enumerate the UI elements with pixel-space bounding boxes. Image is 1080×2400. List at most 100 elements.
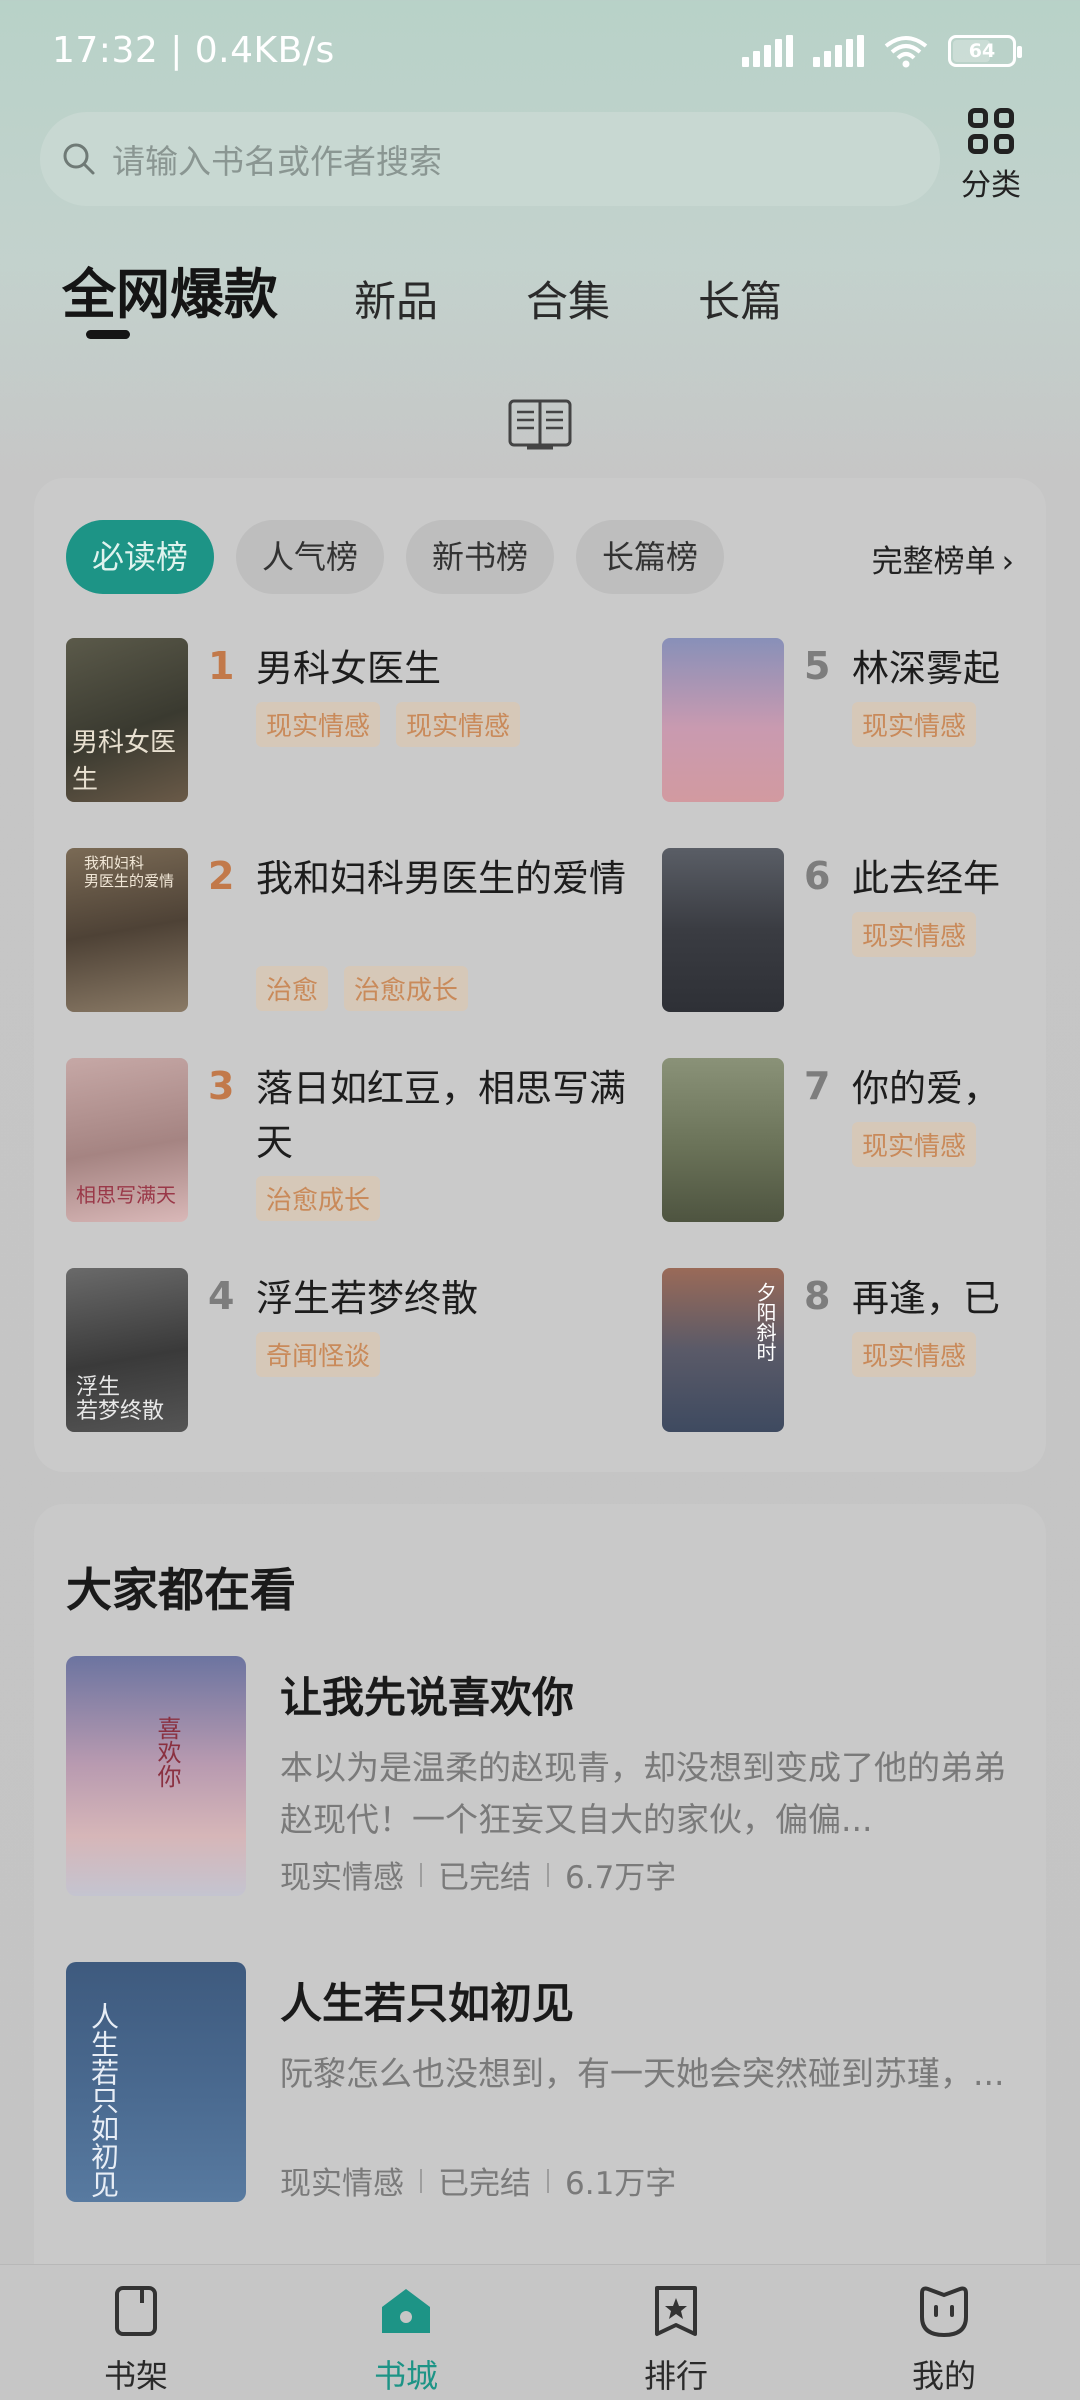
status-icons: 64 xyxy=(742,34,1022,68)
book-cover xyxy=(662,1058,784,1222)
genre-tag: 奇闻怪谈 xyxy=(256,1332,381,1377)
book-genre: 现实情感 xyxy=(280,2166,404,2202)
tag-list: 现实情感 xyxy=(852,702,977,747)
top-tabs: 全网爆款 新品 合集 长篇 xyxy=(62,250,870,329)
rank-number: 8 xyxy=(804,1274,831,1318)
pill-popular[interactable]: 人气榜 xyxy=(236,520,385,594)
nav-profile[interactable]: 我的 xyxy=(884,2283,1004,2397)
tab-new[interactable]: 新品 xyxy=(354,268,438,329)
wifi-icon xyxy=(884,36,928,68)
nav-label: 排行 xyxy=(643,2357,708,2395)
book-meta: 现实情感 已完结 6.7万字 xyxy=(280,1852,676,1897)
book-cover xyxy=(662,638,784,802)
rank-title: 浮生若梦终散 xyxy=(256,1277,478,1320)
genre-tag: 现实情感 xyxy=(852,1332,977,1377)
rank-item[interactable]: 5 林深雾起 现实情感 xyxy=(662,638,1022,808)
book-cover: 人生若只如初见 xyxy=(66,1962,246,2202)
tag-list: 现实情感 xyxy=(852,1122,977,1167)
search-icon xyxy=(63,143,95,175)
battery-percent: 64 xyxy=(968,40,996,62)
rank-title: 再逢，已 xyxy=(852,1277,1000,1320)
tag-list: 治愈成长 xyxy=(256,1176,381,1221)
tag-list: 现实情感 现实情感 xyxy=(256,702,521,747)
rank-item[interactable]: 6 此去经年 现实情感 xyxy=(662,848,1022,1018)
book-cover: 相思写满天 xyxy=(66,1058,188,1222)
rank-item[interactable]: 7 你的爱， 现实情感 xyxy=(662,1058,1022,1228)
genre-tag: 现实情感 xyxy=(256,702,381,747)
bookstore-icon xyxy=(382,2289,430,2333)
rank-item[interactable]: 男科女医生 1 男科女医生 现实情感 现实情感 xyxy=(66,638,536,808)
book-word-count: 6.7万字 xyxy=(565,1860,677,1896)
genre-tag: 治愈成长 xyxy=(344,966,469,1011)
nav-ranking[interactable]: 排行 xyxy=(616,2283,736,2397)
genre-tag: 治愈成长 xyxy=(256,1176,381,1221)
tag-list: 奇闻怪谈 xyxy=(256,1332,381,1377)
nav-bookstore[interactable]: 书城 xyxy=(346,2283,466,2397)
book-status: 已完结 xyxy=(438,1860,531,1896)
category-button[interactable]: 分类 xyxy=(948,108,1034,204)
meta-divider xyxy=(547,1862,549,1887)
book-cover: 喜欢你 xyxy=(66,1656,246,1896)
open-book-icon xyxy=(508,399,572,450)
meta-divider xyxy=(420,1862,422,1887)
book-cover: 我和妇科 男医生的爱情 xyxy=(66,848,188,1012)
section-title: 大家都在看 xyxy=(66,1563,296,1617)
rank-title: 你的爱， xyxy=(852,1067,1000,1110)
rank-item[interactable]: 夕阳斜时 8 再逢，已 现实情感 xyxy=(662,1268,1022,1438)
signal-icon xyxy=(742,35,793,67)
book-title: 让我先说喜欢你 xyxy=(280,1673,575,1722)
nav-label: 书城 xyxy=(373,2357,438,2395)
book-list-item[interactable]: 喜欢你 让我先说喜欢你 本以为是温柔的赵现青，却没想到变成了他的弟弟赵现代！一个… xyxy=(66,1656,1016,1896)
search-input[interactable]: 请输入书名或作者搜索 xyxy=(40,112,940,206)
book-cover: 男科女医生 xyxy=(66,638,188,802)
pill-long-books[interactable]: 长篇榜 xyxy=(576,520,725,594)
bottom-nav: 书架 书城 排行 我的 xyxy=(0,2264,1080,2400)
signal-icon xyxy=(813,35,864,67)
rank-title: 林深雾起 xyxy=(852,647,1000,690)
rank-item[interactable]: 浮生 若梦终散 4 浮生若梦终散 奇闻怪谈 xyxy=(66,1268,536,1438)
category-label: 分类 xyxy=(961,168,1021,203)
genre-tag: 治愈 xyxy=(256,966,329,1011)
rank-number: 7 xyxy=(804,1064,831,1108)
ranking-card: 必读榜 人气榜 新书榜 长篇榜 完整榜单 › 男科女医生 1 男科女医生 现实情感… xyxy=(34,478,1046,1472)
genre-tag: 现实情感 xyxy=(852,1122,977,1167)
pill-new-books[interactable]: 新书榜 xyxy=(406,520,555,594)
full-ranking-label: 完整榜单 xyxy=(871,544,996,580)
rank-title: 男科女医生 xyxy=(256,647,441,690)
tab-hot[interactable]: 全网爆款 xyxy=(62,250,278,329)
genre-tag: 现实情感 xyxy=(396,702,521,747)
status-time: 17:32 | 0.4KB/s xyxy=(52,30,335,71)
book-cover: 浮生 若梦终散 xyxy=(66,1268,188,1432)
rank-number: 3 xyxy=(208,1064,235,1108)
ranking-pills: 必读榜 人气榜 新书榜 长篇榜 xyxy=(66,520,725,594)
rank-title: 此去经年 xyxy=(852,857,1000,900)
rank-title: 我和妇科男医生的爱情 xyxy=(256,857,626,900)
nav-bookshelf[interactable]: 书架 xyxy=(76,2283,196,2397)
tab-long[interactable]: 长篇 xyxy=(698,268,782,329)
book-genre: 现实情感 xyxy=(280,1860,404,1896)
book-status: 已完结 xyxy=(438,2166,531,2202)
tag-list: 治愈 治愈成长 xyxy=(256,966,469,1011)
status-bar: 17:32 | 0.4KB/s 64 xyxy=(0,0,1080,100)
tab-collection[interactable]: 合集 xyxy=(526,268,610,329)
rank-number: 4 xyxy=(208,1274,235,1318)
book-list-item[interactable]: 人生若只如初见 人生若只如初见 阮黎怎么也没想到，有一天她会突然碰到苏瑾，...… xyxy=(66,1962,1016,2202)
genre-tag: 现实情感 xyxy=(852,912,977,957)
bookshelf-icon xyxy=(115,2286,157,2336)
tab-indicator xyxy=(86,330,130,339)
rank-item[interactable]: 我和妇科 男医生的爱情 2 我和妇科男医生的爱情 治愈 治愈成长 xyxy=(66,848,626,1018)
chevron-right-icon: › xyxy=(1001,544,1014,580)
book-word-count: 6.1万字 xyxy=(565,2166,677,2202)
book-cover xyxy=(662,848,784,1012)
rank-number: 2 xyxy=(208,854,235,898)
full-ranking-link[interactable]: 完整榜单 › xyxy=(872,536,1014,581)
book-description: 本以为是温柔的赵现青，却没想到变成了他的弟弟赵现代！一个狂妄又自大的家伙，偏偏.… xyxy=(280,1748,1006,1839)
meta-divider xyxy=(420,2168,422,2193)
ranking-icon xyxy=(655,2286,697,2336)
tag-list: 现实情感 xyxy=(852,1332,977,1377)
battery-icon: 64 xyxy=(948,35,1022,67)
rank-item[interactable]: 相思写满天 3 落日如红豆，相思写满天 治愈成长 xyxy=(66,1058,626,1228)
rank-title: 落日如红豆，相思写满天 xyxy=(256,1067,626,1164)
pill-must-read[interactable]: 必读榜 xyxy=(66,520,215,594)
book-description: 阮黎怎么也没想到，有一天她会突然碰到苏瑾，... xyxy=(280,2054,1005,2093)
